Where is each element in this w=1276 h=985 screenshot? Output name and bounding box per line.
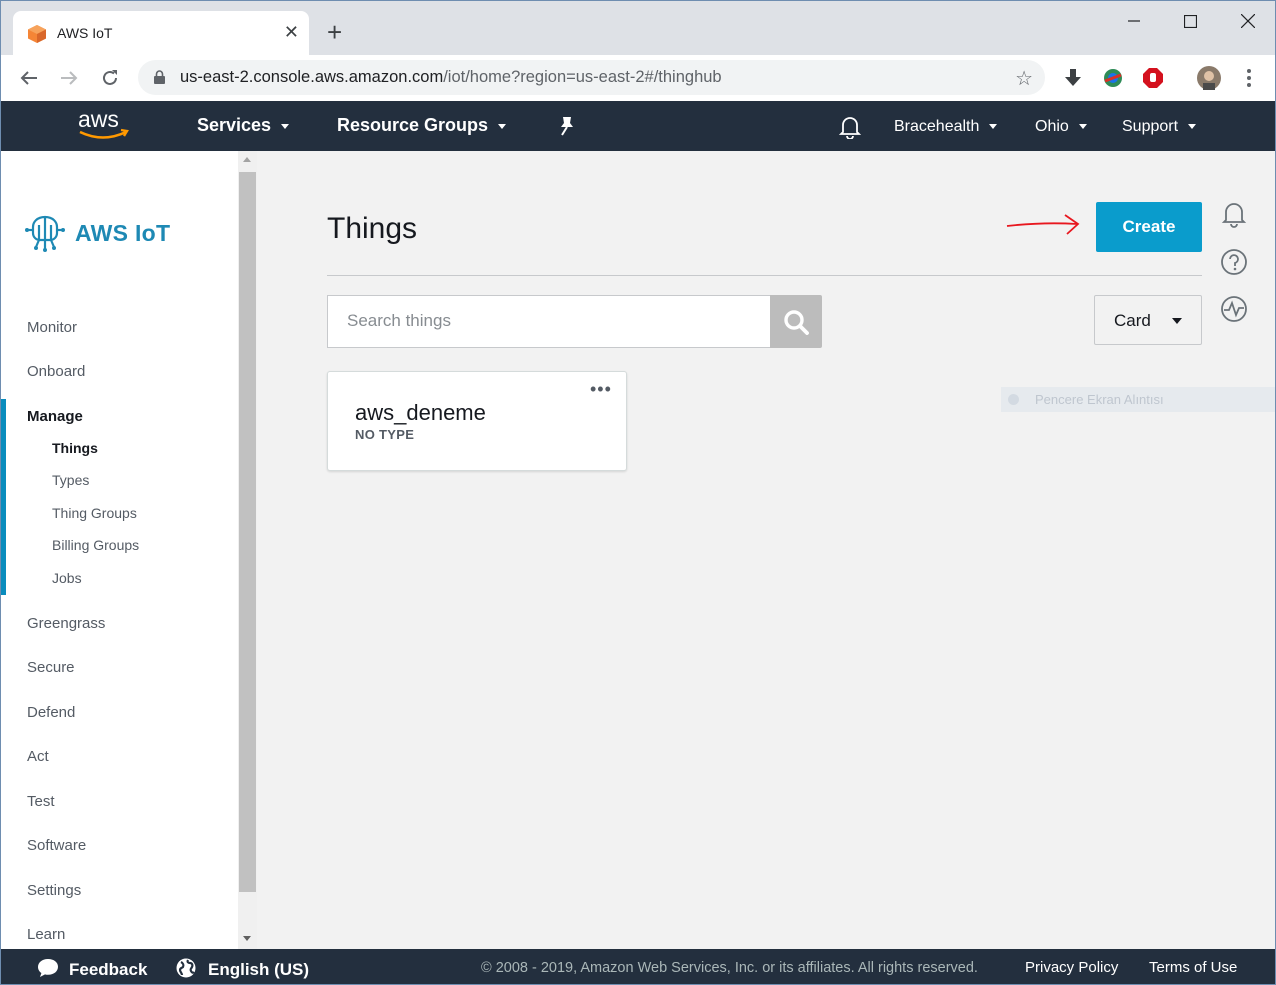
page-title: Things — [327, 212, 418, 245]
sidebar-item-defend[interactable]: Defend — [27, 704, 75, 721]
speech-bubble-icon — [38, 959, 58, 977]
resource-groups-menu[interactable]: Resource Groups — [337, 115, 507, 136]
help-icon[interactable] — [1219, 247, 1249, 277]
svg-text:aws: aws — [78, 106, 119, 132]
thing-type: NO TYPE — [355, 427, 415, 442]
sidebar-subitem-types[interactable]: Types — [52, 472, 89, 488]
chevron-down-icon — [1172, 318, 1182, 324]
sidebar-item-learn[interactable]: Learn — [27, 926, 65, 943]
scroll-down-arrow-icon[interactable] — [243, 936, 251, 941]
tab-strip: AWS IoT ✕ + — [1, 1, 1275, 55]
aws-iot-brand[interactable]: AWS IoT — [25, 213, 170, 253]
services-menu[interactable]: Services — [197, 115, 290, 136]
snipping-tool-overlay: Pencere Ekran Alıntısı — [1001, 387, 1275, 412]
activity-icon[interactable] — [1219, 294, 1249, 324]
new-tab-icon[interactable]: + — [327, 19, 342, 45]
globe-icon — [176, 958, 196, 978]
view-mode-select[interactable]: Card — [1094, 295, 1202, 345]
bookmark-star-icon[interactable]: ☆ — [1015, 66, 1033, 91]
sidebar-subitem-things[interactable]: Things — [52, 440, 98, 456]
view-mode-label: Card — [1114, 311, 1151, 330]
forward-icon[interactable] — [55, 64, 83, 92]
aws-top-nav: aws Services Resource Groups Bracehealth… — [1, 101, 1275, 151]
close-window-icon[interactable] — [1225, 9, 1271, 33]
sidebar-subitem-thing-groups[interactable]: Thing Groups — [52, 505, 137, 521]
browser-menu-icon[interactable] — [1236, 65, 1262, 91]
maximize-icon[interactable] — [1167, 9, 1213, 33]
browser-toolbar: us-east-2.console.aws.amazon.com/iot/hom… — [1, 55, 1275, 101]
language-selector[interactable]: English (US) — [176, 958, 309, 980]
aws-logo[interactable]: aws — [77, 105, 131, 148]
scroll-up-arrow-icon[interactable] — [243, 157, 251, 162]
region-menu[interactable]: Ohio — [1035, 118, 1087, 136]
more-options-icon[interactable]: ••• — [590, 380, 612, 398]
tab-title: AWS IoT — [57, 25, 113, 41]
download-extension-icon[interactable] — [1060, 65, 1086, 91]
feedback-button[interactable]: Feedback — [37, 958, 147, 980]
brand-title: AWS IoT — [75, 219, 171, 246]
chevron-down-icon — [1188, 124, 1197, 130]
profile-avatar[interactable] — [1196, 65, 1222, 91]
create-button[interactable]: Create — [1096, 202, 1202, 252]
sidebar-item-onboard[interactable]: Onboard — [27, 363, 85, 380]
sidebar-item-manage[interactable]: Manage — [27, 408, 83, 425]
aws-iot-logo-icon — [25, 215, 65, 252]
scrollbar-thumb[interactable] — [239, 172, 256, 892]
notifications-bell-icon[interactable] — [1219, 199, 1249, 229]
sidebar-item-test[interactable]: Test — [27, 793, 55, 810]
address-bar[interactable]: us-east-2.console.aws.amazon.com/iot/hom… — [138, 60, 1045, 95]
chevron-down-icon — [498, 123, 507, 129]
chevron-down-icon — [989, 124, 998, 130]
active-section-indicator — [1, 399, 6, 595]
main-content: Things Create Search things Card aws_den… — [257, 151, 1275, 949]
thing-name: aws_deneme — [355, 400, 486, 425]
privacy-policy-link[interactable]: Privacy Policy — [1025, 959, 1118, 976]
overlay-text: Pencere Ekran Alıntısı — [1035, 392, 1164, 407]
sidebar-item-act[interactable]: Act — [27, 748, 49, 765]
sidebar-item-settings[interactable]: Settings — [27, 882, 81, 899]
title-divider — [327, 275, 1202, 276]
browser-tab[interactable]: AWS IoT ✕ — [13, 11, 309, 55]
thing-card[interactable]: aws_deneme NO TYPE ••• — [327, 371, 627, 471]
overlay-dot-icon — [1008, 394, 1019, 405]
footer: Feedback English (US) © 2008 - 2019, Ama… — [1, 949, 1275, 984]
sidebar-subitem-jobs[interactable]: Jobs — [52, 570, 82, 586]
back-icon[interactable] — [15, 64, 43, 92]
minimize-icon[interactable] — [1111, 9, 1157, 33]
sidebar-subitem-billing-groups[interactable]: Billing Groups — [52, 537, 139, 553]
aws-iot-favicon-icon — [28, 25, 46, 43]
sidebar-item-software[interactable]: Software — [27, 837, 86, 854]
adblock-extension-icon[interactable] — [1140, 65, 1166, 91]
notifications-bell-icon[interactable] — [838, 115, 862, 144]
copyright-text: © 2008 - 2019, Amazon Web Services, Inc.… — [481, 960, 978, 976]
globe-extension-icon[interactable] — [1100, 65, 1126, 91]
terms-of-use-link[interactable]: Terms of Use — [1149, 959, 1237, 976]
browser-window: AWS IoT ✕ + us-east-2.console.aws.amazon… — [0, 0, 1276, 985]
search-input[interactable]: Search things — [327, 295, 771, 348]
chevron-down-icon — [281, 123, 290, 129]
tab-close-icon[interactable]: ✕ — [284, 22, 299, 42]
sidebar-item-monitor[interactable]: Monitor — [27, 319, 77, 336]
reload-icon[interactable] — [96, 64, 124, 92]
lock-icon — [154, 70, 165, 84]
search-icon — [784, 309, 809, 335]
url-text: us-east-2.console.aws.amazon.com/iot/hom… — [180, 68, 722, 86]
support-menu[interactable]: Support — [1122, 118, 1197, 136]
sidebar-scrollbar[interactable] — [238, 151, 257, 949]
search-button[interactable] — [770, 295, 822, 348]
account-menu[interactable]: Bracehealth — [894, 118, 998, 136]
sidebar: AWS IoT Monitor Onboard Manage Things Ty… — [1, 151, 238, 949]
sidebar-item-secure[interactable]: Secure — [27, 659, 75, 676]
chevron-down-icon — [1078, 124, 1087, 130]
pin-icon[interactable] — [558, 116, 576, 141]
search-placeholder: Search things — [347, 311, 451, 330]
sidebar-item-greengrass[interactable]: Greengrass — [27, 615, 105, 632]
annotation-arrow — [1006, 214, 1080, 235]
